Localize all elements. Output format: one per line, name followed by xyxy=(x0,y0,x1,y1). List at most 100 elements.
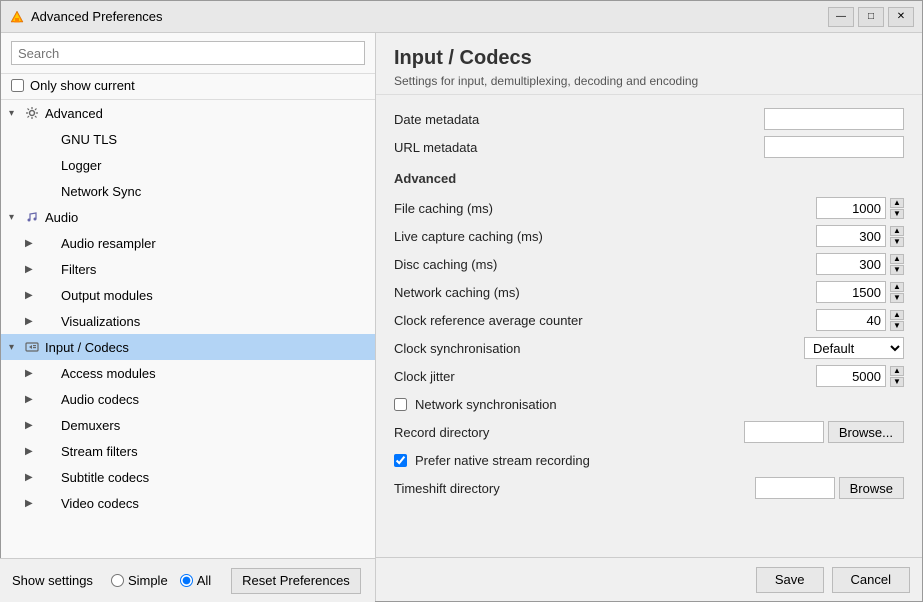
tree-item-input_codecs[interactable]: ▾ Input / Codecs xyxy=(1,334,375,360)
tree-item-gnu_tls[interactable]: GNU TLS xyxy=(1,126,375,152)
expand-icon-output_modules: ▶ xyxy=(25,290,41,301)
titlebar: Advanced Preferences — □ ✕ xyxy=(1,1,922,33)
all-label: All xyxy=(197,573,211,588)
timeshift-dir-browse[interactable]: Browse xyxy=(839,477,904,499)
tree-item-audio_codecs[interactable]: ▶Audio codecs xyxy=(1,386,375,412)
disc-caching-down[interactable]: ▼ xyxy=(890,265,904,275)
tree-item-logger[interactable]: Logger xyxy=(1,152,375,178)
network-sync-checkbox[interactable] xyxy=(394,398,407,411)
tree-item-advanced[interactable]: ▾ Advanced xyxy=(1,100,375,126)
file-caching-input[interactable] xyxy=(816,197,886,219)
live-capture-down[interactable]: ▼ xyxy=(890,237,904,247)
expand-icon-visualizations: ▶ xyxy=(25,316,41,327)
tree-label-advanced: Advanced xyxy=(45,106,103,121)
clock-ref-spinner: ▲ ▼ xyxy=(890,310,904,331)
cancel-button[interactable]: Cancel xyxy=(832,567,910,593)
disc-caching-row: Disc caching (ms) ▲ ▼ xyxy=(394,250,904,278)
file-caching-row: File caching (ms) ▲ ▼ xyxy=(394,194,904,222)
disc-caching-label: Disc caching (ms) xyxy=(394,257,816,272)
file-caching-down[interactable]: ▼ xyxy=(890,209,904,219)
tree-item-visualizations[interactable]: ▶Visualizations xyxy=(1,308,375,334)
live-capture-row: Live capture caching (ms) ▲ ▼ xyxy=(394,222,904,250)
clock-jitter-down[interactable]: ▼ xyxy=(890,377,904,387)
network-caching-spinner: ▲ ▼ xyxy=(890,282,904,303)
simple-radio[interactable] xyxy=(111,574,124,587)
clock-ref-control: ▲ ▼ xyxy=(816,309,904,331)
file-caching-up[interactable]: ▲ xyxy=(890,198,904,208)
network-sync-row: Network synchronisation xyxy=(394,390,904,418)
search-bar xyxy=(1,33,375,74)
disc-caching-up[interactable]: ▲ xyxy=(890,254,904,264)
expand-icon-advanced: ▾ xyxy=(9,108,25,119)
tree-label-audio_resampler: Audio resampler xyxy=(61,236,156,251)
tree-item-audio_resampler[interactable]: ▶ Audio resampler xyxy=(1,230,375,256)
clock-ref-input[interactable] xyxy=(816,309,886,331)
clock-jitter-label: Clock jitter xyxy=(394,369,816,384)
date-metadata-input[interactable] xyxy=(764,108,904,130)
record-dir-browse[interactable]: Browse... xyxy=(828,421,904,443)
network-caching-down[interactable]: ▼ xyxy=(890,293,904,303)
clock-ref-up[interactable]: ▲ xyxy=(890,310,904,320)
tree-item-network_sync[interactable]: Network Sync xyxy=(1,178,375,204)
tree-item-filters[interactable]: ▶Filters xyxy=(1,256,375,282)
all-radio[interactable] xyxy=(180,574,193,587)
tree-label-subtitle_codecs: Subtitle codecs xyxy=(61,470,149,485)
date-metadata-row: Date metadata xyxy=(394,105,904,133)
tree-item-access_modules[interactable]: ▶Access modules xyxy=(1,360,375,386)
clock-jitter-up[interactable]: ▲ xyxy=(890,366,904,376)
expand-icon-input_codecs: ▾ xyxy=(9,342,25,353)
network-sync-label: Network synchronisation xyxy=(415,397,557,412)
network-caching-up[interactable]: ▲ xyxy=(890,282,904,292)
tree-label-gnu_tls: GNU TLS xyxy=(61,132,117,147)
tree-item-subtitle_codecs[interactable]: ▶ Subtitle codecs xyxy=(1,464,375,490)
maximize-button[interactable]: □ xyxy=(858,7,884,27)
close-button[interactable]: ✕ xyxy=(888,7,914,27)
radio-group: Simple All xyxy=(111,573,211,588)
tree-item-demuxers[interactable]: ▶Demuxers xyxy=(1,412,375,438)
live-capture-label: Live capture caching (ms) xyxy=(394,229,816,244)
sidebar: Only show current ▾ Advanced GNU TLS Logge… xyxy=(1,33,376,601)
right-panel: Input / Codecs Settings for input, demul… xyxy=(376,33,922,601)
network-caching-label: Network caching (ms) xyxy=(394,285,816,300)
only-show-current-checkbox[interactable] xyxy=(11,79,24,92)
tree-label-output_modules: Output modules xyxy=(61,288,153,303)
tree-container: ▾ AdvancedGNU TLSLoggerNetwork Sync▾ Aud… xyxy=(1,100,375,601)
timeshift-dir-input[interactable] xyxy=(755,477,835,499)
record-dir-controls: Browse... xyxy=(744,421,904,443)
gear-icon xyxy=(25,106,41,120)
record-dir-input[interactable] xyxy=(744,421,824,443)
url-metadata-input[interactable] xyxy=(764,136,904,158)
file-caching-control: ▲ ▼ xyxy=(816,197,904,219)
clock-jitter-input[interactable] xyxy=(816,365,886,387)
tree-item-stream_filters[interactable]: ▶Stream filters xyxy=(1,438,375,464)
window-title: Advanced Preferences xyxy=(31,9,828,24)
clock-ref-label: Clock reference average counter xyxy=(394,313,816,328)
only-show-current-label: Only show current xyxy=(30,78,135,93)
search-input[interactable] xyxy=(11,41,365,65)
reset-preferences-button[interactable]: Reset Preferences xyxy=(231,568,361,594)
network-caching-input[interactable] xyxy=(816,281,886,303)
timeshift-dir-controls: Browse xyxy=(755,477,904,499)
expand-icon-filters: ▶ xyxy=(25,264,41,275)
tree-item-audio[interactable]: ▾ Audio xyxy=(1,204,375,230)
expand-icon-stream_filters: ▶ xyxy=(25,446,41,457)
tree-item-video_codecs[interactable]: ▶Video codecs xyxy=(1,490,375,516)
save-button[interactable]: Save xyxy=(756,567,824,593)
tree-label-access_modules: Access modules xyxy=(61,366,156,381)
clock-ref-down[interactable]: ▼ xyxy=(890,321,904,331)
minimize-button[interactable]: — xyxy=(828,7,854,27)
prefer-native-checkbox[interactable] xyxy=(394,454,407,467)
timeshift-dir-row: Timeshift directory Browse xyxy=(394,474,904,502)
simple-label: Simple xyxy=(128,573,168,588)
tree-item-output_modules[interactable]: ▶ Output modules xyxy=(1,282,375,308)
clock-sync-control: Default None Video Samples xyxy=(804,337,904,359)
timeshift-dir-label: Timeshift directory xyxy=(394,481,755,496)
expand-icon-subtitle_codecs: ▶ xyxy=(25,472,41,483)
live-capture-input[interactable] xyxy=(816,225,886,247)
tree-label-demuxers: Demuxers xyxy=(61,418,120,433)
clock-sync-select[interactable]: Default None Video Samples xyxy=(804,337,904,359)
disc-caching-input[interactable] xyxy=(816,253,886,275)
expand-icon-audio_resampler: ▶ xyxy=(25,238,41,249)
prefer-native-row: Prefer native stream recording xyxy=(394,446,904,474)
live-capture-up[interactable]: ▲ xyxy=(890,226,904,236)
